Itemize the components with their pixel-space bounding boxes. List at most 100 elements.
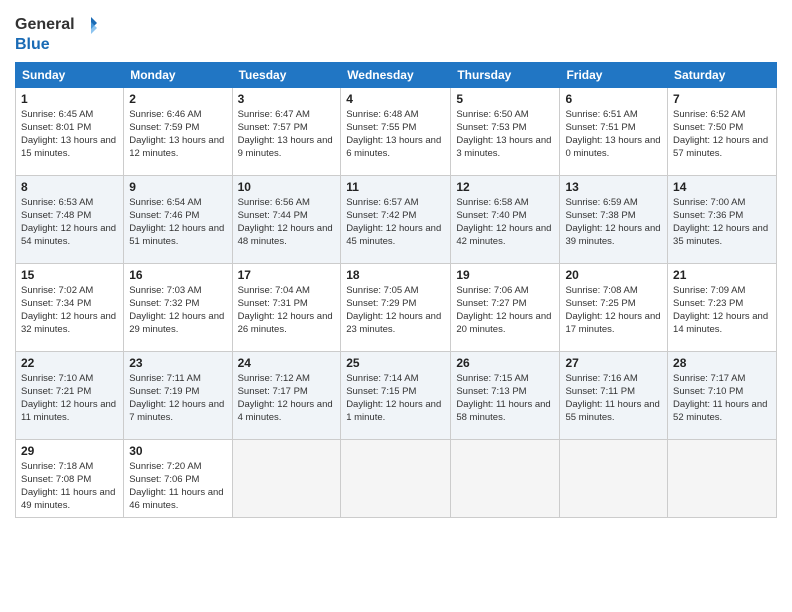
day-detail: Sunrise: 6:47 AMSunset: 7:57 PMDaylight:… [238, 108, 336, 161]
calendar-cell [232, 439, 341, 517]
day-number: 2 [129, 92, 226, 106]
day-number: 22 [21, 356, 118, 370]
day-number: 20 [565, 268, 662, 282]
day-number: 8 [21, 180, 118, 194]
calendar-cell: 19Sunrise: 7:06 AMSunset: 7:27 PMDayligh… [451, 263, 560, 351]
day-number: 6 [565, 92, 662, 106]
day-detail: Sunrise: 6:54 AMSunset: 7:46 PMDaylight:… [129, 196, 226, 249]
logo-general: General [15, 16, 75, 34]
weekday-header-thursday: Thursday [451, 62, 560, 87]
day-detail: Sunrise: 7:20 AMSunset: 7:06 PMDaylight:… [129, 460, 226, 513]
day-detail: Sunrise: 7:17 AMSunset: 7:10 PMDaylight:… [673, 372, 771, 425]
day-number: 28 [673, 356, 771, 370]
calendar-cell: 15Sunrise: 7:02 AMSunset: 7:34 PMDayligh… [16, 263, 124, 351]
calendar-cell: 18 Sunrise: 7:05 AMSunset: 7:29 PMDayligh… [341, 263, 451, 351]
calendar-cell: 27Sunrise: 7:16 AMSunset: 7:11 PMDayligh… [560, 351, 668, 439]
calendar-cell: 4 Sunrise: 6:48 AMSunset: 7:55 PMDaylight… [341, 87, 451, 175]
calendar-cell: 13 Sunrise: 6:59 AMSunset: 7:38 PMDayligh… [560, 175, 668, 263]
day-detail: Sunrise: 7:12 AMSunset: 7:17 PMDaylight:… [238, 372, 336, 425]
day-number: 5 [456, 92, 554, 106]
day-number: 29 [21, 444, 118, 458]
calendar-cell [451, 439, 560, 517]
weekday-header-monday: Monday [124, 62, 232, 87]
page-header: General Blue [15, 10, 777, 54]
day-detail: Sunrise: 7:00 AMSunset: 7:36 PMDaylight:… [673, 196, 771, 249]
day-number: 1 [21, 92, 118, 106]
weekday-header-friday: Friday [560, 62, 668, 87]
calendar-cell: 23 Sunrise: 7:11 AMSunset: 7:19 PMDayligh… [124, 351, 232, 439]
day-number: 23 [129, 356, 226, 370]
day-number: 21 [673, 268, 771, 282]
calendar-week-row: 15Sunrise: 7:02 AMSunset: 7:34 PMDayligh… [16, 263, 777, 351]
day-detail: Sunrise: 7:10 AMSunset: 7:21 PMDaylight:… [21, 372, 118, 425]
day-number: 12 [456, 180, 554, 194]
logo-blue: Blue [15, 36, 99, 54]
day-number: 7 [673, 92, 771, 106]
calendar-cell [341, 439, 451, 517]
day-number: 10 [238, 180, 336, 194]
weekday-header-sunday: Sunday [16, 62, 124, 87]
calendar-cell: 28 Sunrise: 7:17 AMSunset: 7:10 PMDayligh… [668, 351, 777, 439]
weekday-header-saturday: Saturday [668, 62, 777, 87]
calendar-cell: 20Sunrise: 7:08 AMSunset: 7:25 PMDayligh… [560, 263, 668, 351]
day-detail: Sunrise: 7:18 AMSunset: 7:08 PMDaylight:… [21, 460, 118, 513]
day-number: 14 [673, 180, 771, 194]
day-detail: Sunrise: 7:05 AMSunset: 7:29 PMDaylight:… [346, 284, 445, 337]
calendar-cell: 26 Sunrise: 7:15 AMSunset: 7:13 PMDayligh… [451, 351, 560, 439]
day-number: 18 [346, 268, 445, 282]
day-number: 25 [346, 356, 445, 370]
calendar-cell [560, 439, 668, 517]
day-detail: Sunrise: 7:14 AMSunset: 7:15 PMDaylight:… [346, 372, 445, 425]
calendar-cell: 1 Sunrise: 6:45 AMSunset: 8:01 PMDaylight… [16, 87, 124, 175]
calendar-cell: 25 Sunrise: 7:14 AMSunset: 7:15 PMDayligh… [341, 351, 451, 439]
day-detail: Sunrise: 6:57 AMSunset: 7:42 PMDaylight:… [346, 196, 445, 249]
calendar-cell: 17Sunrise: 7:04 AMSunset: 7:31 PMDayligh… [232, 263, 341, 351]
day-number: 30 [129, 444, 226, 458]
calendar-cell: 30 Sunrise: 7:20 AMSunset: 7:06 PMDayligh… [124, 439, 232, 517]
day-detail: Sunrise: 7:15 AMSunset: 7:13 PMDaylight:… [456, 372, 554, 425]
day-detail: Sunrise: 6:53 AMSunset: 7:48 PMDaylight:… [21, 196, 118, 249]
calendar-cell [668, 439, 777, 517]
day-detail: Sunrise: 6:45 AMSunset: 8:01 PMDaylight:… [21, 108, 118, 161]
calendar-cell: 21Sunrise: 7:09 AMSunset: 7:23 PMDayligh… [668, 263, 777, 351]
calendar-week-row: 1 Sunrise: 6:45 AMSunset: 8:01 PMDaylight… [16, 87, 777, 175]
day-number: 16 [129, 268, 226, 282]
day-detail: Sunrise: 6:58 AMSunset: 7:40 PMDaylight:… [456, 196, 554, 249]
logo-container: General Blue [15, 14, 99, 54]
day-number: 3 [238, 92, 336, 106]
day-detail: Sunrise: 6:46 AMSunset: 7:59 PMDaylight:… [129, 108, 226, 161]
day-number: 15 [21, 268, 118, 282]
calendar-cell: 24 Sunrise: 7:12 AMSunset: 7:17 PMDayligh… [232, 351, 341, 439]
calendar-cell: 6Sunrise: 6:51 AMSunset: 7:51 PMDaylight… [560, 87, 668, 175]
day-number: 26 [456, 356, 554, 370]
calendar-week-row: 22 Sunrise: 7:10 AMSunset: 7:21 PMDayligh… [16, 351, 777, 439]
calendar-cell: 9 Sunrise: 6:54 AMSunset: 7:46 PMDaylight… [124, 175, 232, 263]
calendar-cell: 5 Sunrise: 6:50 AMSunset: 7:53 PMDaylight… [451, 87, 560, 175]
day-number: 24 [238, 356, 336, 370]
day-detail: Sunrise: 6:59 AMSunset: 7:38 PMDaylight:… [565, 196, 662, 249]
day-number: 9 [129, 180, 226, 194]
weekday-header-wednesday: Wednesday [341, 62, 451, 87]
day-detail: Sunrise: 7:16 AMSunset: 7:11 PMDaylight:… [565, 372, 662, 425]
calendar-table: SundayMondayTuesdayWednesdayThursdayFrid… [15, 62, 777, 518]
day-detail: Sunrise: 6:50 AMSunset: 7:53 PMDaylight:… [456, 108, 554, 161]
day-number: 11 [346, 180, 445, 194]
day-number: 13 [565, 180, 662, 194]
calendar-cell: 29 Sunrise: 7:18 AMSunset: 7:08 PMDayligh… [16, 439, 124, 517]
day-detail: Sunrise: 7:11 AMSunset: 7:19 PMDaylight:… [129, 372, 226, 425]
calendar-cell: 11 Sunrise: 6:57 AMSunset: 7:42 PMDayligh… [341, 175, 451, 263]
day-number: 19 [456, 268, 554, 282]
calendar-cell: 14 Sunrise: 7:00 AMSunset: 7:36 PMDayligh… [668, 175, 777, 263]
calendar-cell: 16 Sunrise: 7:03 AMSunset: 7:32 PMDayligh… [124, 263, 232, 351]
day-number: 4 [346, 92, 445, 106]
logo-bird-icon [77, 14, 99, 36]
calendar-cell: 2 Sunrise: 6:46 AMSunset: 7:59 PMDaylight… [124, 87, 232, 175]
weekday-header-tuesday: Tuesday [232, 62, 341, 87]
day-detail: Sunrise: 6:52 AMSunset: 7:50 PMDaylight:… [673, 108, 771, 161]
calendar-cell: 12 Sunrise: 6:58 AMSunset: 7:40 PMDayligh… [451, 175, 560, 263]
logo: General Blue [15, 10, 99, 54]
day-detail: Sunrise: 7:03 AMSunset: 7:32 PMDaylight:… [129, 284, 226, 337]
calendar-cell: 10Sunrise: 6:56 AMSunset: 7:44 PMDayligh… [232, 175, 341, 263]
calendar-header-row: SundayMondayTuesdayWednesdayThursdayFrid… [16, 62, 777, 87]
day-detail: Sunrise: 6:48 AMSunset: 7:55 PMDaylight:… [346, 108, 445, 161]
